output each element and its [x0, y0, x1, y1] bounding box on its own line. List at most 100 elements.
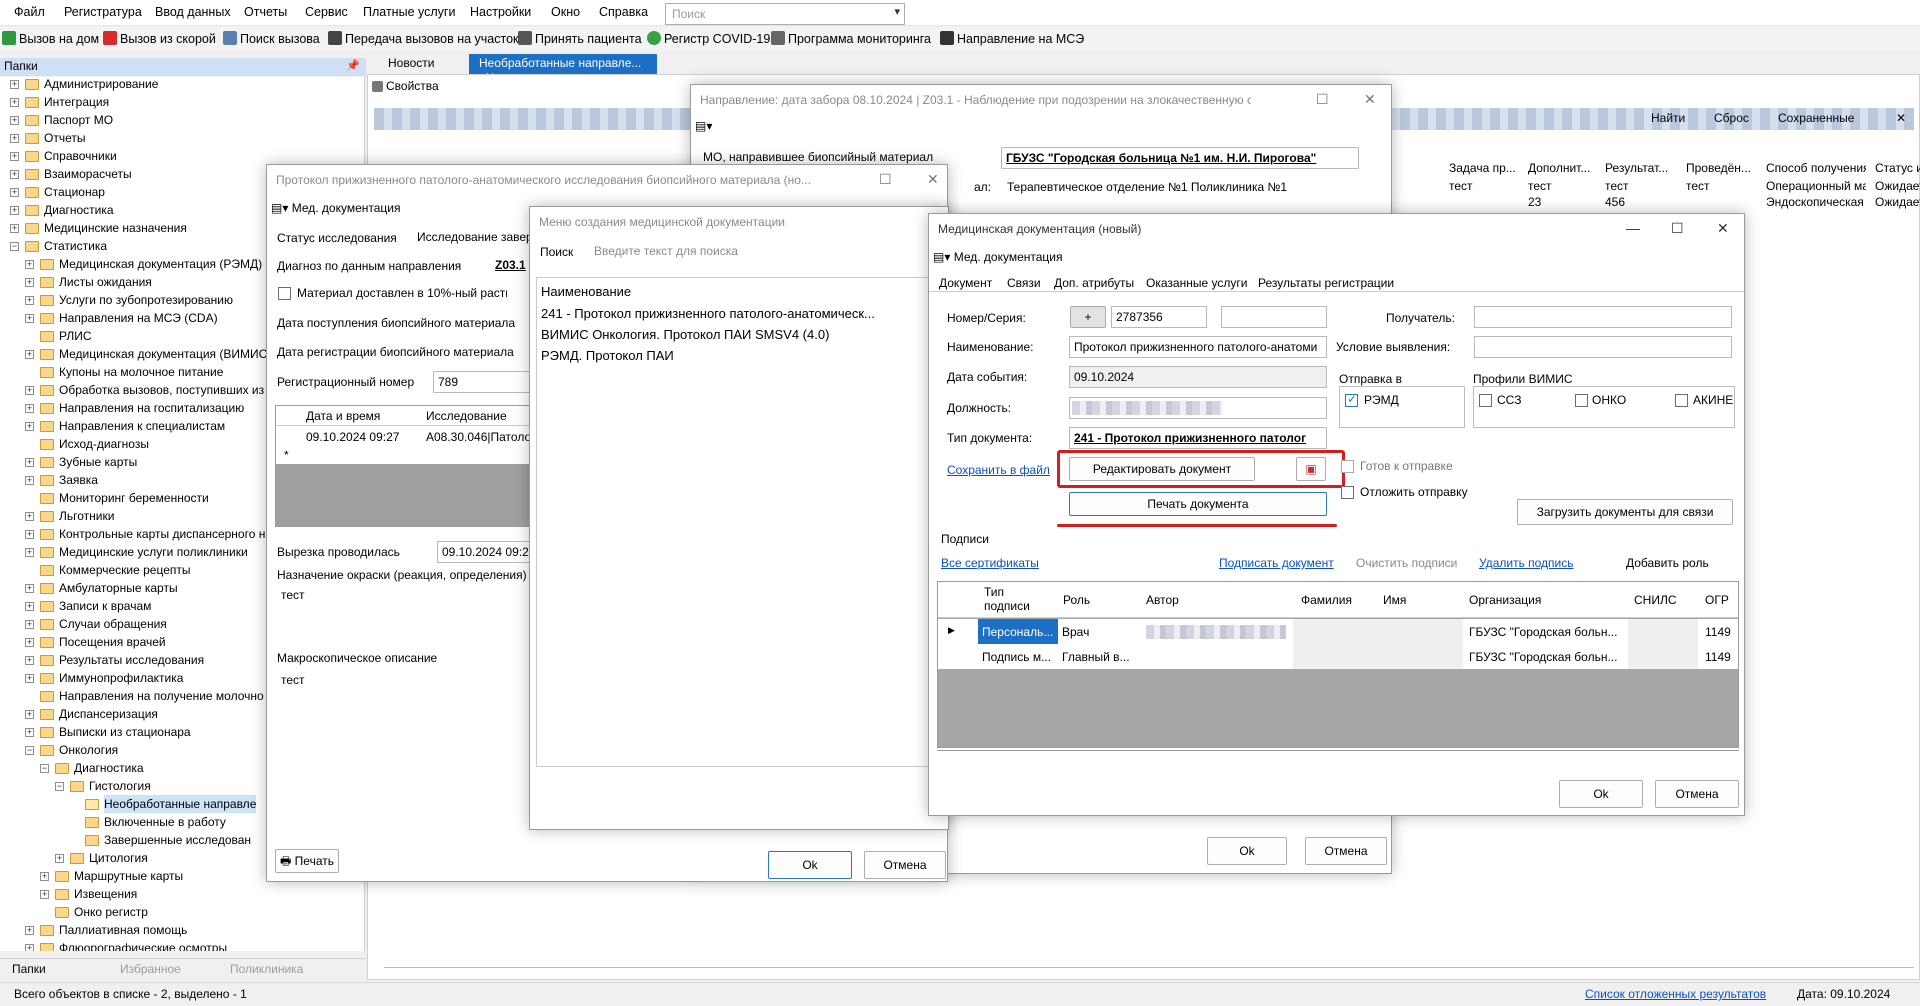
expand-icon[interactable]: + [25, 530, 34, 539]
table-row[interactable]: 1149 [1705, 625, 1735, 639]
macro-value[interactable]: тест [281, 673, 305, 687]
pin-icon[interactable]: 📌 [346, 59, 360, 72]
stain-value[interactable]: тест [281, 588, 305, 602]
ready-checkbox[interactable] [1341, 460, 1354, 473]
table-row[interactable]: Персональ... [982, 625, 1054, 639]
list-item[interactable]: ВИМИС Онкология. Протокол ПАИ SMSV4 (4.0… [541, 327, 829, 342]
tree-item[interactable]: + Отчеты [0, 129, 364, 147]
save-to-file-link[interactable]: Сохранить в файл [947, 463, 1050, 477]
cancel-button[interactable]: Отмена [1655, 780, 1739, 808]
tab-document[interactable]: Документ [939, 276, 992, 290]
menu-help[interactable]: Справка [599, 5, 648, 19]
collapse-icon[interactable]: − [25, 746, 34, 755]
monitoring-button[interactable]: Программа мониторинга [771, 31, 931, 46]
table-row[interactable]: ГБУЗС "Городская больн... [1469, 650, 1629, 664]
expand-icon[interactable]: + [10, 116, 19, 125]
print-button[interactable]: 🖶 Печать [275, 849, 339, 873]
maximize-icon[interactable]: ☐ [1316, 91, 1329, 108]
close-icon[interactable]: ✕ [927, 171, 939, 188]
expand-icon[interactable]: + [10, 206, 19, 215]
expand-icon[interactable]: + [10, 224, 19, 233]
tree-item[interactable]: + Интеграция [0, 93, 364, 111]
edit-document-button[interactable]: Редактировать документ [1069, 457, 1255, 481]
col-extra[interactable]: Дополнит... [1528, 161, 1590, 175]
find-call-button[interactable]: Поиск вызова [223, 31, 320, 46]
upload-docs-button[interactable]: Загрузить документы для связи [1517, 499, 1733, 525]
menu-file[interactable]: Файл [14, 5, 45, 19]
expand-icon[interactable]: + [25, 404, 34, 413]
col-method[interactable]: Способ получения ... [1766, 161, 1866, 175]
expand-icon[interactable]: + [40, 872, 49, 881]
table-row[interactable]: ГБУЗС "Городская больн... [1469, 625, 1629, 639]
table-row[interactable]: Главный в... [1062, 650, 1138, 664]
col-snils[interactable]: СНИЛС [1634, 593, 1677, 607]
tree-item[interactable]: Онко регистр [0, 903, 364, 921]
doc-type-field[interactable]: 241 - Протокол прижизненного патолог [1069, 427, 1327, 449]
onko-checkbox[interactable] [1575, 394, 1588, 407]
cancel-button[interactable]: Отмена [1305, 837, 1387, 865]
condition-field[interactable] [1474, 336, 1732, 358]
med-doc-menu[interactable]: ▤▾ Мед. документация [933, 250, 1063, 264]
col-task[interactable]: Задача пр... [1449, 161, 1516, 175]
covid-register-button[interactable]: Регистр COVID-19 [647, 31, 770, 46]
clear-signatures-button[interactable]: Очистить подписи [1356, 556, 1458, 570]
expand-icon[interactable]: + [25, 944, 34, 951]
home-call-button[interactable]: Вызов на дом [2, 31, 99, 46]
saved-button[interactable]: Сохраненные [1778, 111, 1854, 125]
collapse-icon[interactable]: − [40, 764, 49, 773]
table-row[interactable]: Врач [1062, 625, 1138, 639]
col-surname[interactable]: Фамилия [1301, 593, 1352, 607]
col-sign-type[interactable]: Тип подписи [984, 585, 1032, 613]
col-status[interactable]: Статус исс [1875, 161, 1920, 175]
research-grid[interactable]: Дата и время Исследование 09.10.2024 09:… [275, 405, 542, 527]
med-doc-menu[interactable]: ▤▾ Мед. документация [271, 201, 401, 215]
expand-icon[interactable]: + [25, 458, 34, 467]
tab-unprocessed[interactable]: Необработанные направле... ✕ [469, 54, 657, 84]
accept-patient-button[interactable]: Принять пациента [518, 31, 642, 46]
table-row[interactable]: Подпись м... [982, 650, 1054, 664]
remove-signature-link[interactable]: Удалить подпись [1479, 556, 1574, 570]
find-button[interactable]: Найти [1651, 111, 1685, 125]
col-done[interactable]: Проведён... [1686, 161, 1751, 175]
tab-polyclinic[interactable]: Поликлиника [230, 962, 303, 976]
sign-document-link[interactable]: Подписать документ [1219, 556, 1334, 570]
expand-icon[interactable]: + [10, 188, 19, 197]
tab-news[interactable]: Новости [378, 54, 444, 74]
ok-button[interactable]: Ok [768, 851, 852, 879]
position-field[interactable] [1069, 397, 1327, 419]
expand-icon[interactable]: + [10, 152, 19, 161]
global-search-input[interactable]: Поиск ▾ [665, 3, 905, 25]
cell[interactable]: 09.10.2024 09:27 [306, 430, 399, 444]
tab-registration-results[interactable]: Результаты регистрации [1258, 276, 1394, 290]
expand-icon[interactable]: + [10, 98, 19, 107]
chevron-down-icon[interactable]: ▾ [894, 5, 900, 18]
maximize-icon[interactable]: ☐ [1671, 220, 1684, 237]
tab-links[interactable]: Связи [1007, 276, 1041, 290]
tree-item[interactable]: + Администрирование [0, 77, 364, 93]
cell[interactable]: A08.30.046|Патолог [426, 430, 538, 444]
expand-icon[interactable]: + [25, 386, 34, 395]
deferred-results-link[interactable]: Список отложенных результатов [1585, 987, 1766, 1001]
menu-window[interactable]: Окно [551, 5, 580, 19]
maximize-icon[interactable]: ☐ [879, 171, 892, 188]
ambulance-call-button[interactable]: Вызов из скорой [103, 31, 216, 46]
expand-icon[interactable]: + [55, 854, 64, 863]
ssz-checkbox[interactable] [1479, 394, 1492, 407]
menu-reports[interactable]: Отчеты [244, 5, 287, 19]
menu-paid[interactable]: Платные услуги [363, 5, 455, 19]
expand-icon[interactable]: + [40, 890, 49, 899]
expand-icon[interactable]: + [25, 548, 34, 557]
mse-direction-button[interactable]: Направление на МСЭ [940, 31, 1084, 46]
expand-icon[interactable]: + [25, 584, 34, 593]
tab-folders[interactable]: Папки [12, 962, 46, 976]
ok-button[interactable]: Ok [1207, 837, 1287, 865]
add-role-button[interactable]: Добавить роль [1626, 556, 1709, 570]
tree-item[interactable]: + Справочники [0, 147, 364, 165]
menu-service[interactable]: Сервис [305, 5, 348, 19]
reset-button[interactable]: Сброс [1714, 111, 1749, 125]
akine-checkbox[interactable] [1675, 394, 1688, 407]
cut-field[interactable]: 09.10.2024 09:26 [437, 541, 537, 563]
tree-item[interactable]: + Извещения [0, 885, 364, 903]
expand-icon[interactable]: + [25, 260, 34, 269]
expand-icon[interactable]: + [25, 656, 34, 665]
